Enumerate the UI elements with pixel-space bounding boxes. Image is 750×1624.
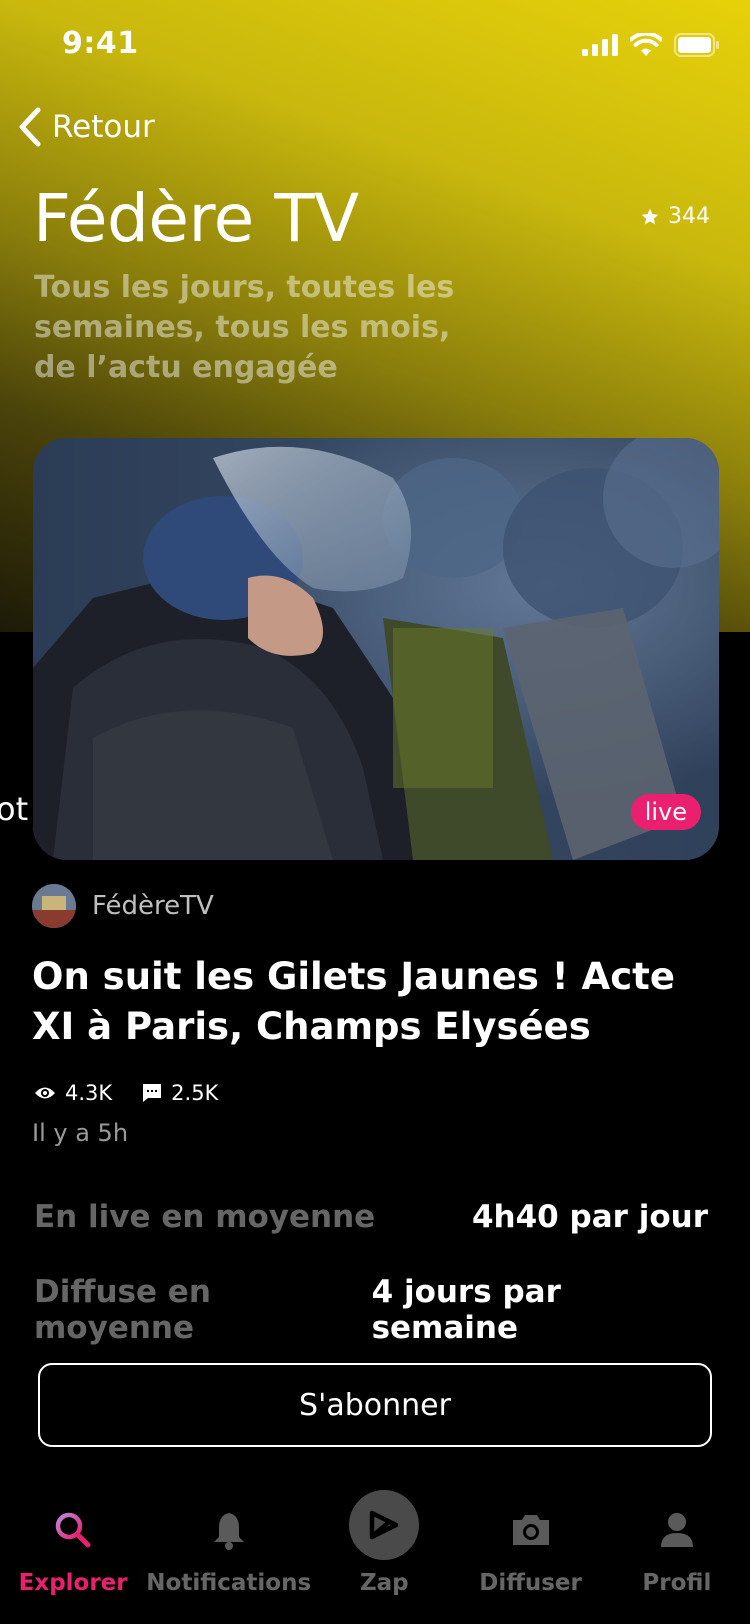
back-button[interactable]: Retour (16, 106, 155, 148)
camera-icon (512, 1515, 549, 1545)
info-row-live-average: En live en moyenne 4h40 par jour (34, 1199, 708, 1235)
info-value: 4 jours par semaine (371, 1274, 561, 1346)
channel-rating: 344 (640, 204, 710, 229)
battery-icon (674, 33, 719, 57)
tab-label: Profil (642, 1570, 712, 1596)
comments-count: 2.5K (171, 1081, 219, 1105)
signal-icon (582, 34, 618, 56)
info-label: En live en moyenne (34, 1199, 376, 1235)
video-thumbnail[interactable]: live (33, 438, 719, 860)
chevron-left-icon (19, 107, 41, 147)
comments-stat: 2.5K (142, 1081, 218, 1105)
channel-tagline: Tous les jours, toutes les semaines, tou… (34, 270, 455, 385)
tab-zap[interactable]: Zap (311, 1470, 457, 1624)
video-stats: 4.3K 2.5K (34, 1081, 218, 1105)
tab-profil[interactable]: Profil (604, 1470, 750, 1624)
tab-explorer[interactable]: Explorer (0, 1470, 146, 1624)
search-icon (55, 1512, 91, 1548)
views-count: 4.3K (65, 1081, 113, 1105)
info-label: Diffuse en moyenne (34, 1274, 211, 1346)
author-name: FédèreTV (92, 891, 214, 921)
comment-icon (143, 1084, 162, 1102)
tab-notifications[interactable]: Notifications (146, 1470, 311, 1624)
status-icons (582, 30, 720, 60)
avatar (32, 884, 76, 928)
author-row[interactable]: FédèreTV (32, 884, 214, 928)
back-label: Retour (52, 109, 155, 145)
views-stat: 4.3K (34, 1081, 112, 1105)
side-card-peek-text: oti (0, 790, 30, 828)
info-value: 4h40 par jour (471, 1199, 708, 1235)
tab-label: Explorer (18, 1570, 128, 1596)
live-badge: live (630, 794, 701, 830)
user-icon (660, 1513, 693, 1547)
channel-title: Fédère TV (33, 180, 359, 257)
tab-diffuser[interactable]: Diffuser (457, 1470, 603, 1624)
tab-label: Notifications (146, 1570, 312, 1596)
tab-label: Zap (359, 1570, 409, 1596)
wifi-icon (630, 33, 662, 56)
bottom-tab-bar: Explorer Notifications Zap Diffuser Prof… (0, 1470, 750, 1624)
star-icon (641, 208, 659, 224)
status-time: 9:41 (62, 26, 139, 61)
info-row-broadcast-average: Diffuse en moyenne 4 jours par semaine (34, 1274, 708, 1346)
subscribe-button[interactable]: S'abonner (38, 1363, 712, 1447)
rating-count: 344 (668, 204, 710, 229)
video-title: On suit les Gilets Jaunes ! Acte XI à Pa… (32, 955, 675, 1048)
status-bar: 9:41 (0, 0, 750, 90)
bell-icon (213, 1513, 244, 1550)
tab-label: Diffuser (479, 1570, 582, 1596)
zap-icon (370, 1510, 399, 1540)
zap-button-circle (349, 1490, 420, 1560)
video-time-ago: Il y a 5h (32, 1119, 129, 1147)
video-thumbnail-image (33, 438, 719, 860)
eye-icon (35, 1087, 55, 1099)
